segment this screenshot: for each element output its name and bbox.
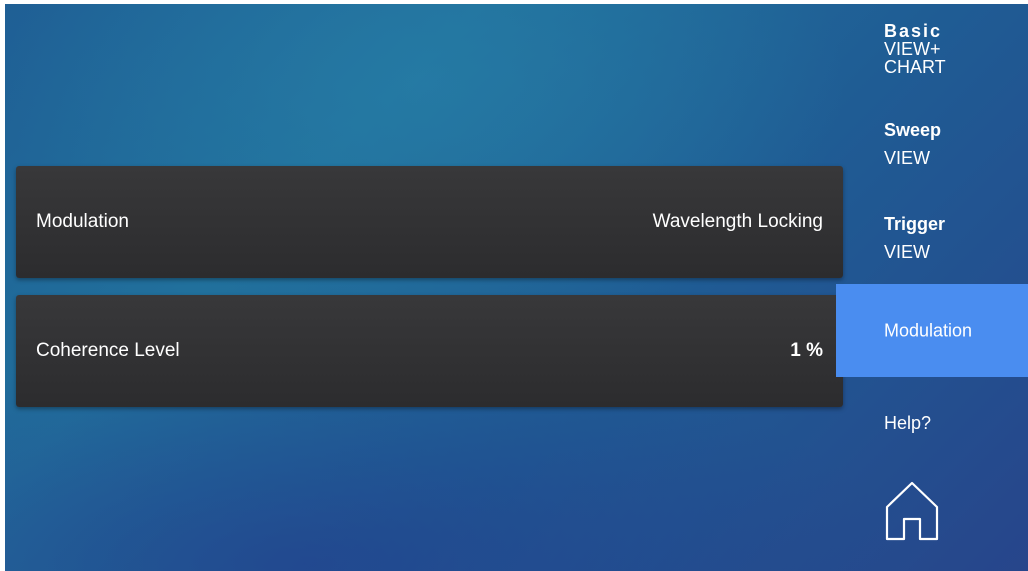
coherence-level-row[interactable]: Coherence Level 1 % <box>16 295 843 407</box>
nav-sweep-title: Sweep <box>884 120 942 140</box>
nav-sweep-sub: VIEW <box>884 148 931 168</box>
nav-basic-line1: VIEW+ <box>884 39 941 59</box>
nav-help[interactable]: Help? <box>836 413 1028 434</box>
nav-modulation[interactable]: Modulation <box>836 284 1028 377</box>
nav-trigger-title: Trigger <box>884 214 946 234</box>
nav-modulation-label: Modulation <box>884 320 973 340</box>
home-button[interactable] <box>882 477 942 543</box>
home-icon <box>885 481 939 541</box>
nav-trigger-sub: VIEW <box>884 242 931 262</box>
coherence-level-value: 1 % <box>790 340 823 361</box>
nav-sweep-view[interactable]: Sweep VIEW <box>836 119 1028 169</box>
nav-help-label: Help? <box>884 413 932 433</box>
nav-basic-line2: CHART <box>884 57 946 77</box>
nav-basic-title: Basic <box>884 21 943 41</box>
side-navigation: Basic VIEW+ CHART Sweep VIEW Trigger VIE… <box>836 4 1028 571</box>
modulation-row[interactable]: Modulation Wavelength Locking <box>16 166 843 278</box>
modulation-label: Modulation <box>36 211 129 232</box>
nav-basic-view-chart[interactable]: Basic VIEW+ CHART <box>836 22 1028 76</box>
coherence-level-label: Coherence Level <box>36 340 180 361</box>
modulation-value: Wavelength Locking <box>652 211 823 232</box>
nav-trigger-view[interactable]: Trigger VIEW <box>836 213 1028 263</box>
screen: Modulation Wavelength Locking Coherence … <box>5 4 1028 571</box>
